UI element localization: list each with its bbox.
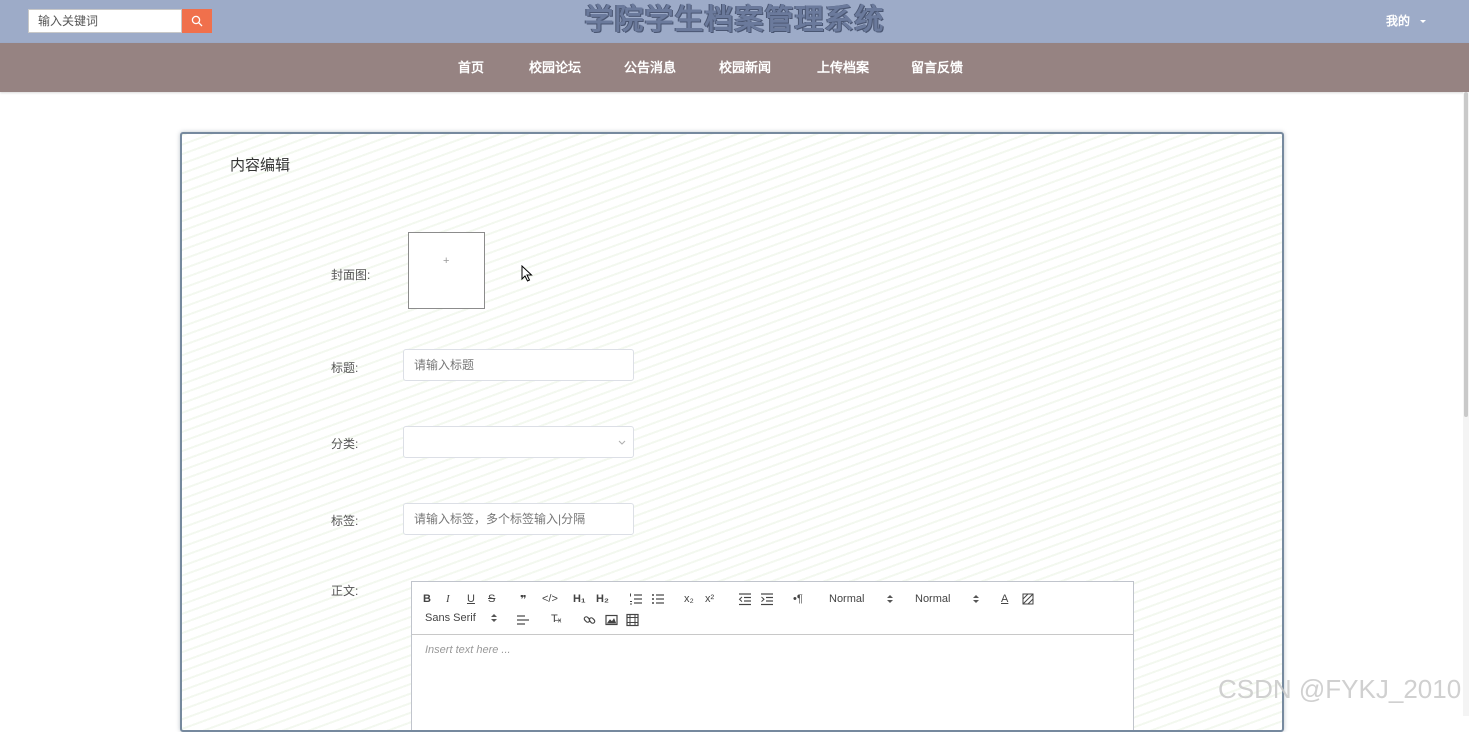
editor-placeholder: Insert text here ... [425, 644, 511, 656]
link-icon[interactable] [583, 612, 596, 628]
nav-item-notices[interactable]: 公告消息 [624, 43, 676, 93]
header-1-icon[interactable]: H₁ [573, 591, 586, 607]
image-icon[interactable] [605, 612, 618, 628]
page-scrollbar[interactable] [1463, 92, 1469, 716]
mouse-cursor-icon [521, 265, 533, 282]
subscript-icon[interactable]: x₂ [684, 591, 694, 607]
tags-label: 标签: [331, 514, 359, 528]
italic-icon[interactable]: I [446, 591, 450, 607]
watermark: CSDN @FYKJ_2010 [1218, 674, 1462, 704]
category-label: 分类: [331, 437, 359, 451]
editor-content-area[interactable]: Insert text here ... [412, 634, 1133, 730]
nav-item-forum[interactable]: 校园论坛 [529, 43, 581, 93]
scrollbar-thumb[interactable] [1464, 92, 1468, 417]
user-menu[interactable]: 我的 [1386, 12, 1427, 29]
title-input[interactable] [403, 349, 634, 381]
font-select-value: Sans Serif [425, 612, 476, 624]
updown-arrow-icon [887, 595, 893, 603]
nav-item-news[interactable]: 校园新闻 [719, 43, 771, 93]
size-select-value: Normal [915, 593, 951, 605]
header-2-icon[interactable]: H₂ [596, 591, 609, 607]
updown-arrow-icon [973, 595, 979, 603]
updown-arrow-icon [491, 614, 497, 622]
editor-toolbar: B I U S ❞ </> H₁ H₂ x₂ x² •¶ Normal Norm… [412, 582, 1133, 635]
strikethrough-icon[interactable]: S [488, 591, 495, 607]
align-icon[interactable] [516, 612, 530, 628]
superscript-icon[interactable]: x² [705, 591, 714, 607]
body-label: 正文: [331, 584, 359, 598]
font-select[interactable]: Sans Serif [425, 610, 505, 626]
rich-text-editor: B I U S ❞ </> H₁ H₂ x₂ x² •¶ Normal Norm… [411, 581, 1134, 730]
plus-icon: + [443, 255, 450, 267]
text-direction-icon[interactable]: •¶ [793, 591, 803, 607]
chevron-down-icon [618, 440, 626, 445]
code-block-icon[interactable]: </> [542, 591, 558, 607]
cover-label: 封面图: [331, 268, 371, 282]
header-select[interactable]: Normal [829, 591, 895, 607]
category-select[interactable] [403, 426, 634, 458]
bullet-list-icon[interactable] [651, 591, 665, 607]
underline-icon[interactable]: U [467, 591, 475, 607]
section-title: 内容编辑 [230, 157, 291, 174]
nav-item-home[interactable]: 首页 [458, 43, 484, 93]
main-nav: 首页 校园论坛 公告消息 校园新闻 上传档案 留言反馈 [0, 43, 1469, 92]
top-bar: 学院学生档案管理系统 我的 [0, 0, 1469, 43]
indent-icon[interactable] [760, 591, 774, 607]
video-icon[interactable] [626, 612, 639, 628]
ordered-list-icon[interactable] [629, 591, 643, 607]
text-color-icon[interactable]: A [1001, 591, 1008, 607]
user-menu-label: 我的 [1386, 14, 1411, 28]
outdent-icon[interactable] [738, 591, 752, 607]
caret-down-icon [1420, 19, 1427, 23]
clear-format-icon[interactable]: T̶ₓ [551, 611, 561, 627]
cover-image-uploader[interactable]: + [408, 232, 485, 309]
blockquote-icon[interactable]: ❞ [520, 591, 526, 607]
tags-input[interactable] [403, 503, 634, 535]
content-edit-card: 内容编辑 封面图: + 标题: 分类: 标签: 正文: B I U S ❞ </… [180, 132, 1284, 732]
size-select[interactable]: Normal [915, 591, 981, 607]
background-color-icon[interactable] [1021, 591, 1035, 607]
nav-item-feedback[interactable]: 留言反馈 [911, 43, 963, 93]
title-label: 标题: [331, 361, 359, 375]
header-select-value: Normal [829, 593, 865, 605]
bold-icon[interactable]: B [423, 591, 431, 607]
nav-item-upload-archive[interactable]: 上传档案 [817, 43, 869, 93]
site-title: 学院学生档案管理系统 [584, 4, 885, 36]
